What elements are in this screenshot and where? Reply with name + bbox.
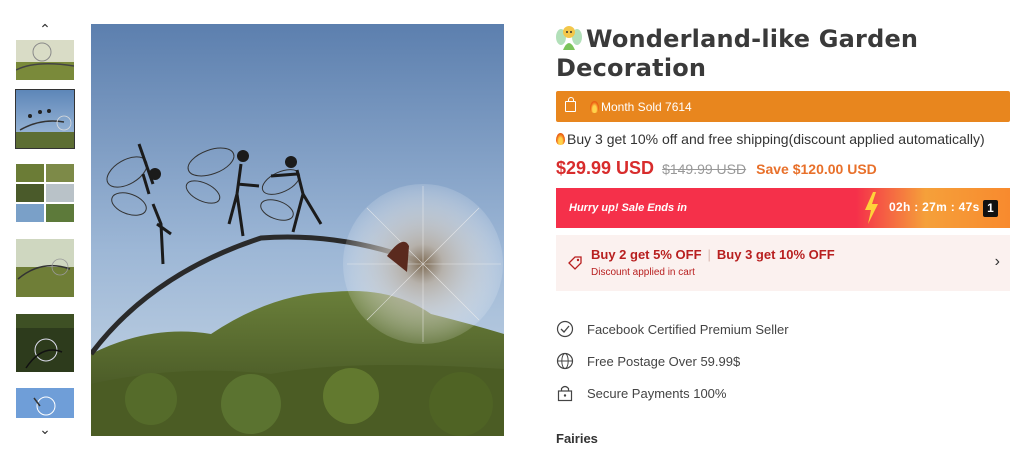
thumbnail-gallery: ⌃ ⌄	[14, 20, 76, 440]
offer-buy-3: Buy 3 get 10% OFF	[716, 247, 835, 262]
offer-note: Discount applied in cart	[591, 267, 695, 278]
badge-check-icon	[556, 320, 574, 338]
shopping-bag-icon	[565, 97, 576, 112]
product-title: Wonderland-like Garden Decoration	[556, 24, 1010, 83]
save-amount: Save $120.00 USD	[756, 161, 877, 177]
chevron-right-icon[interactable]: ›	[995, 253, 1000, 271]
offer-buy-2: Buy 2 get 5% OFF	[591, 247, 702, 262]
feature-secure-label: Secure Payments 100%	[587, 385, 727, 401]
product-info-panel: Wonderland-like Garden Decoration Month …	[556, 24, 1010, 446]
lock-icon	[557, 385, 573, 402]
fire-icon	[556, 133, 565, 145]
offer-list: Buy 2 get 5% OFF | Buy 3 get 10% OFF	[591, 247, 835, 262]
feature-secure: Secure Payments 100%	[556, 377, 1010, 409]
thumbnail-5[interactable]	[16, 314, 74, 372]
sale-countdown-bar: Hurry up! Sale Ends in 02h : 27m : 47s 1	[556, 188, 1010, 228]
product-title-text: Wonderland-like Garden Decoration	[556, 25, 919, 82]
feature-postage-label: Free Postage Over 59.99$	[587, 353, 741, 369]
countdown-timer: 02h : 27m : 47s	[889, 200, 980, 214]
original-price: $149.99 USD	[662, 161, 747, 177]
lightning-icon	[865, 192, 878, 224]
feature-postage: Free Postage Over 59.99$	[556, 345, 1010, 377]
main-product-image[interactable]	[91, 24, 504, 436]
thumbnail-6[interactable]	[16, 388, 74, 418]
price-row: $29.99 USD $149.99 USD Save $120.00 USD	[556, 158, 1010, 179]
feature-list: Facebook Certified Premium Seller Free P…	[556, 313, 1010, 409]
price-tag-icon	[568, 256, 582, 270]
thumbnail-4[interactable]	[16, 239, 74, 297]
current-price: $29.99 USD	[556, 158, 655, 178]
feature-certified: Facebook Certified Premium Seller	[556, 313, 1010, 345]
fairy-emoji-icon	[556, 24, 582, 50]
promo-line: Buy 3 get 10% off and free shipping(disc…	[556, 130, 1010, 148]
countdown-counter: 1	[983, 200, 998, 217]
bundle-offer-box[interactable]: Buy 2 get 5% OFF | Buy 3 get 10% OFF Disco…	[556, 235, 1010, 291]
month-sold-bar: Month Sold 7614	[556, 91, 1010, 122]
globe-icon	[556, 352, 574, 370]
hurry-text: Hurry up! Sale Ends in	[569, 202, 687, 214]
thumbnail-3[interactable]	[16, 164, 74, 222]
fire-icon	[590, 100, 599, 113]
chevron-down-icon[interactable]: ⌄	[36, 422, 54, 436]
month-sold-text: Month Sold 7614	[601, 99, 692, 114]
section-title: Fairies	[556, 431, 598, 446]
thumbnail-2[interactable]	[15, 89, 75, 149]
feature-certified-label: Facebook Certified Premium Seller	[587, 321, 789, 337]
promo-text: Buy 3 get 10% off and free shipping(disc…	[567, 131, 985, 147]
chevron-up-icon[interactable]: ⌃	[36, 22, 54, 36]
